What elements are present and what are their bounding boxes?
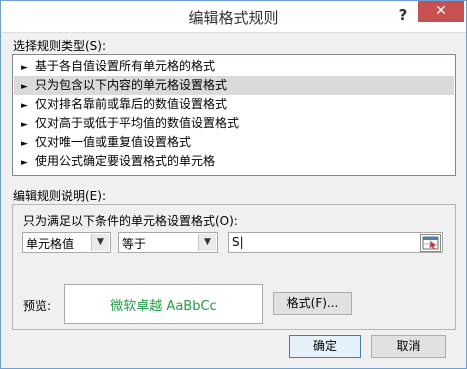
rule-type-item[interactable]: ► 仅对高于或低于平均值的数值设置格式 <box>14 114 454 133</box>
rule-description-label: 编辑规则说明(E): <box>13 189 106 203</box>
rule-type-item-label: 只为包含以下内容的单元格设置格式 <box>35 78 228 92</box>
rule-type-item-label: 基于各自值设置所有单元格的格式 <box>35 59 216 73</box>
rule-type-item-selected[interactable]: ► 只为包含以下内容的单元格设置格式 <box>14 76 454 95</box>
chevron-down-icon[interactable]: ▼ <box>91 234 109 251</box>
rule-type-item-label: 仅对唯一值或重复值设置格式 <box>35 135 192 149</box>
range-picker-icon <box>422 236 439 250</box>
field-select-value: 单元格值 <box>26 237 75 251</box>
preview-label: 预览: <box>23 299 52 313</box>
title-bar: 编辑格式规则 ? ✕ <box>1 1 466 33</box>
rule-type-item[interactable]: ► 仅对唯一值或重复值设置格式 <box>14 133 454 152</box>
range-select-button[interactable] <box>420 234 441 252</box>
preview-text: 微软卓越 AaBbCc <box>110 299 217 314</box>
ok-button[interactable]: 确定 <box>289 335 361 358</box>
format-button[interactable]: 格式(F)... <box>273 292 352 315</box>
preview-box: 微软卓越 AaBbCc <box>64 284 263 324</box>
rule-type-item[interactable]: ► 使用公式确定要设置格式的单元格 <box>14 152 454 171</box>
operator-select[interactable]: 等于 ▼ <box>118 232 218 253</box>
rule-type-label: 选择规则类型(S): <box>13 39 107 53</box>
rule-type-item-label: 仅对排名靠前或靠后的数值设置格式 <box>35 97 228 111</box>
rule-type-item[interactable]: ► 仅对排名靠前或靠后的数值设置格式 <box>14 95 454 114</box>
close-button[interactable]: ✕ <box>418 1 464 22</box>
rule-type-item-label: 仅对高于或低于平均值的数值设置格式 <box>35 116 240 130</box>
rule-type-item-label: 使用公式确定要设置格式的单元格 <box>35 154 216 168</box>
edit-format-rule-dialog: 编辑格式规则 ? ✕ 选择规则类型(S): ► 基于各自值设置所有单元格的格式 ►… <box>0 0 467 369</box>
help-button[interactable]: ? <box>394 5 412 25</box>
condition-label: 只为满足以下条件的单元格设置格式(O): <box>23 214 238 228</box>
value-input-text: S| <box>232 235 244 249</box>
chevron-down-icon[interactable]: ▼ <box>198 234 216 251</box>
cancel-button[interactable]: 取消 <box>371 335 446 358</box>
operator-select-value: 等于 <box>122 237 147 251</box>
field-select[interactable]: 单元格值 ▼ <box>22 232 111 253</box>
value-input[interactable]: S| <box>228 232 443 253</box>
bullet-icon: ► <box>21 158 28 168</box>
rule-type-list[interactable]: ► 基于各自值设置所有单元格的格式 ► 只为包含以下内容的单元格设置格式 ► 仅对排名… <box>12 54 456 176</box>
rule-type-item[interactable]: ► 基于各自值设置所有单元格的格式 <box>14 57 454 76</box>
